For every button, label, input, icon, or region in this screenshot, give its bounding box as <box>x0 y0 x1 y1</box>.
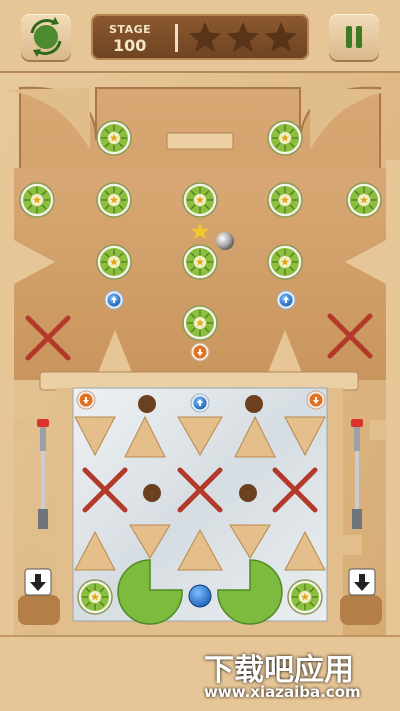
pause-icon <box>346 26 362 48</box>
circular-arrows-restart-icon <box>30 17 62 57</box>
stage-number: 100 <box>113 36 147 55</box>
right-drop-arrow-button[interactable] <box>348 568 376 596</box>
watermark-url: www.xiazaiba.com <box>204 683 361 701</box>
game-screen: STAGE 100 下载吧应用 www.xiazaiba.com <box>0 0 400 711</box>
right-launcher-plunger[interactable] <box>347 415 367 525</box>
star-icon <box>189 22 221 52</box>
stage-divider <box>175 24 178 52</box>
left-launcher-plunger[interactable] <box>33 415 53 525</box>
stars-rating <box>188 20 304 54</box>
stage-panel: STAGE 100 <box>91 14 309 60</box>
star-icon <box>265 22 297 52</box>
watermark: 下载吧应用 www.xiazaiba.com <box>190 645 400 705</box>
pause-button[interactable] <box>329 14 379 60</box>
restart-button[interactable] <box>21 14 71 60</box>
game-board <box>0 0 400 711</box>
left-drop-arrow-button[interactable] <box>24 568 52 596</box>
stage-label: STAGE <box>109 23 152 36</box>
star-icon <box>227 22 259 52</box>
